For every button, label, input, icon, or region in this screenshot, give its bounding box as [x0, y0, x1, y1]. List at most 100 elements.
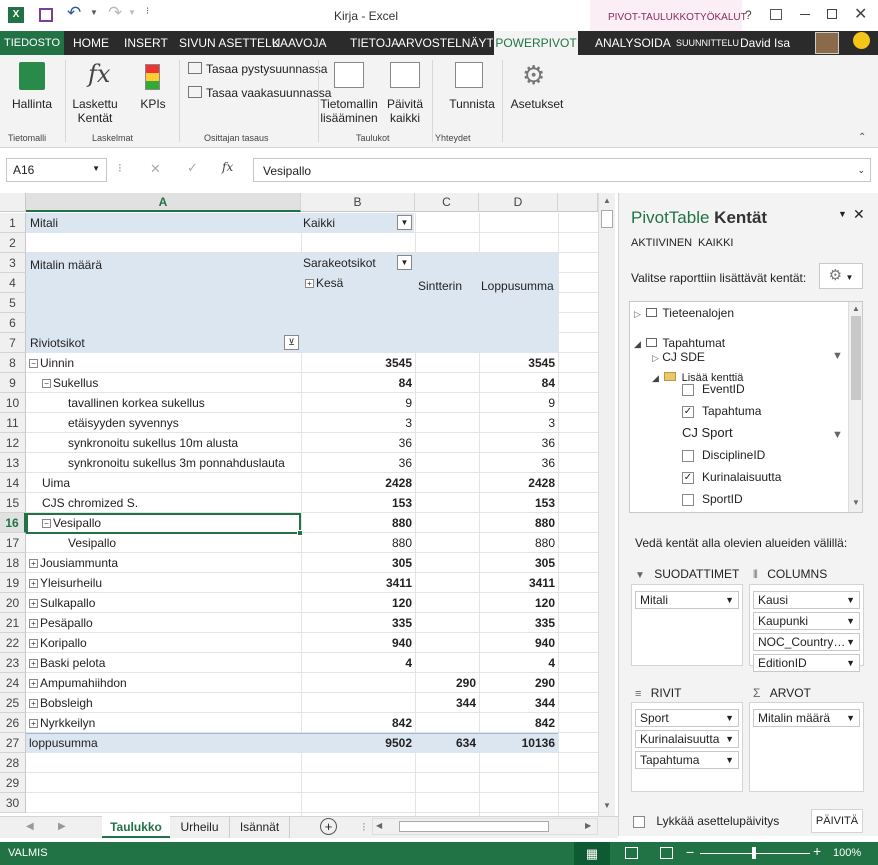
- column-header-b[interactable]: B: [301, 193, 415, 212]
- pivot-value-cell-c[interactable]: [415, 453, 476, 473]
- sheet-tab-taulukko[interactable]: Taulukko: [102, 816, 170, 838]
- zoom-in-icon[interactable]: +: [813, 843, 821, 859]
- column-header-a[interactable]: A: [26, 193, 301, 212]
- expand-icon[interactable]: +: [29, 599, 38, 609]
- update-button[interactable]: PÄIVITÄ: [811, 809, 863, 833]
- expand-icon[interactable]: +: [29, 659, 38, 669]
- pivot-value-cell-d[interactable]: 940: [479, 633, 555, 653]
- settings-button[interactable]: Asetukset: [510, 97, 564, 111]
- filters-zone[interactable]: Mitali ▼: [631, 584, 743, 666]
- pivot-value-label[interactable]: Mitalin määrä: [30, 253, 102, 273]
- formula-input[interactable]: Vesipallo ⌄: [253, 158, 871, 182]
- checkbox[interactable]: [633, 815, 645, 828]
- zone-field-chip[interactable]: Mitalin määrä ▼: [753, 709, 860, 727]
- pivot-value-cell-b[interactable]: 940: [301, 633, 412, 653]
- chevron-down-icon[interactable]: ▼: [725, 592, 734, 608]
- pivot-row-label[interactable]: + Sulkapallo: [29, 593, 95, 613]
- pivot-value-cell-c[interactable]: [415, 593, 476, 613]
- pivot-column-labels[interactable]: Sarakeotsikot: [303, 253, 376, 273]
- field-item[interactable]: SportID: [682, 490, 743, 508]
- zone-field-chip[interactable]: Tapahtuma ▼: [635, 751, 739, 769]
- row-header[interactable]: 5: [0, 293, 26, 313]
- scroll-down-icon[interactable]: ▼: [603, 801, 611, 810]
- tab-powerpivot[interactable]: POWERPIVOT: [494, 31, 578, 55]
- expand-icon[interactable]: +: [305, 279, 314, 289]
- column-header-d[interactable]: D: [479, 193, 558, 212]
- field-item[interactable]: ✓ Kurinalaisuutta: [682, 468, 781, 486]
- pivot-value-cell-c[interactable]: 344: [415, 693, 476, 713]
- row-header[interactable]: 20: [0, 593, 26, 613]
- pivot-value-cell-b[interactable]: 4: [301, 653, 412, 673]
- cancel-formula-icon[interactable]: ✕: [150, 161, 161, 177]
- row-header[interactable]: 18: [0, 553, 26, 573]
- sheet-tab-isannat[interactable]: Isännät: [230, 816, 290, 838]
- pivot-value-cell-d[interactable]: 3545: [479, 353, 555, 373]
- row-header[interactable]: 30: [0, 793, 26, 813]
- new-sheet-icon[interactable]: +: [320, 818, 337, 835]
- row-header[interactable]: 19: [0, 573, 26, 593]
- row-header[interactable]: 12: [0, 433, 26, 453]
- zoom-slider-thumb[interactable]: [752, 847, 756, 859]
- pivot-value-cell-b[interactable]: 880: [301, 513, 412, 533]
- pivot-value-cell-b[interactable]: [301, 693, 412, 713]
- sheet-next-icon[interactable]: ▶: [58, 821, 66, 832]
- pivot-filter-value[interactable]: Kaikki: [303, 213, 335, 233]
- values-zone[interactable]: Mitalin määrä ▼: [749, 702, 864, 792]
- pivot-value-cell-b[interactable]: 3411: [301, 573, 412, 593]
- expand-icon[interactable]: +: [29, 559, 38, 569]
- column-header-c[interactable]: C: [415, 193, 479, 212]
- pivot-value-cell-c[interactable]: 634: [415, 733, 476, 753]
- fill-handle[interactable]: [297, 530, 303, 536]
- row-header[interactable]: 29: [0, 773, 26, 793]
- chevron-down-icon[interactable]: ▼: [846, 655, 855, 671]
- pivot-value-cell-b[interactable]: 9: [301, 393, 412, 413]
- expand-icon[interactable]: +: [29, 639, 38, 649]
- undo-dropdown-icon[interactable]: ▼: [90, 8, 98, 17]
- row-header[interactable]: 26: [0, 713, 26, 733]
- ribbon-display-options-icon[interactable]: [770, 9, 782, 20]
- field-item[interactable]: EventID: [682, 380, 745, 398]
- checkbox[interactable]: ✓: [682, 405, 694, 418]
- pivot-value-cell-b[interactable]: 36: [301, 453, 412, 473]
- pivot-value-cell-d[interactable]: 290: [479, 673, 555, 693]
- checkbox[interactable]: ✓: [682, 471, 694, 484]
- pivot-value-cell-b[interactable]: 305: [301, 553, 412, 573]
- row-header[interactable]: 4: [0, 273, 26, 293]
- pivot-value-cell-c[interactable]: [415, 473, 476, 493]
- pivot-value-cell-b[interactable]: 36: [301, 433, 412, 453]
- scroll-left-icon[interactable]: ◀: [376, 821, 382, 830]
- close-icon[interactable]: ✕: [854, 4, 867, 24]
- chevron-down-icon[interactable]: ▼: [725, 752, 734, 768]
- pivot-value-cell-c[interactable]: [415, 573, 476, 593]
- pivot-col-total[interactable]: Loppusumma: [481, 276, 554, 296]
- smiley-feedback-icon[interactable]: [853, 32, 870, 49]
- pivot-value-cell-d[interactable]: 9: [479, 393, 555, 413]
- pivot-value-cell-c[interactable]: [415, 533, 476, 553]
- row-header[interactable]: 10: [0, 393, 26, 413]
- add-to-data-model-button[interactable]: Tietomallin lisääminen: [320, 97, 378, 125]
- field-cjsde[interactable]: ▷ CJ SDE: [652, 348, 705, 366]
- pivot-row-label[interactable]: CJS chromized S.: [42, 493, 138, 513]
- pivot-value-cell-b[interactable]: 3: [301, 413, 412, 433]
- page-break-view-icon[interactable]: [660, 847, 673, 859]
- collapse-arrow-icon[interactable]: ◢: [652, 373, 659, 383]
- row-header[interactable]: 17: [0, 533, 26, 553]
- column-header-e[interactable]: [558, 193, 598, 212]
- row-header[interactable]: 11: [0, 413, 26, 433]
- pivot-value-cell-d[interactable]: 36: [479, 453, 555, 473]
- pivot-value-cell-d[interactable]: 36: [479, 433, 555, 453]
- chevron-down-icon[interactable]: ▼: [846, 634, 855, 650]
- column-labels-dropdown-icon[interactable]: ▼: [397, 255, 412, 270]
- pivot-row-label[interactable]: + Koripallo: [29, 633, 87, 653]
- pivot-row-label[interactable]: synkronoitu sukellus 10m alusta: [68, 433, 238, 453]
- pivot-value-cell-c[interactable]: [415, 433, 476, 453]
- collapse-ribbon-icon[interactable]: ⌃: [858, 132, 866, 143]
- zone-field-chip[interactable]: Kurinalaisuutta ▼: [635, 730, 739, 748]
- formula-options-icon[interactable]: ⁝: [118, 161, 122, 175]
- row-header[interactable]: 22: [0, 633, 26, 653]
- restore-icon[interactable]: [827, 9, 837, 19]
- checkbox[interactable]: [682, 449, 694, 462]
- pivot-value-cell-c[interactable]: [415, 613, 476, 633]
- tab-active-fields[interactable]: AKTIIVINEN: [631, 237, 692, 249]
- pivot-value-cell-d[interactable]: 2428: [479, 473, 555, 493]
